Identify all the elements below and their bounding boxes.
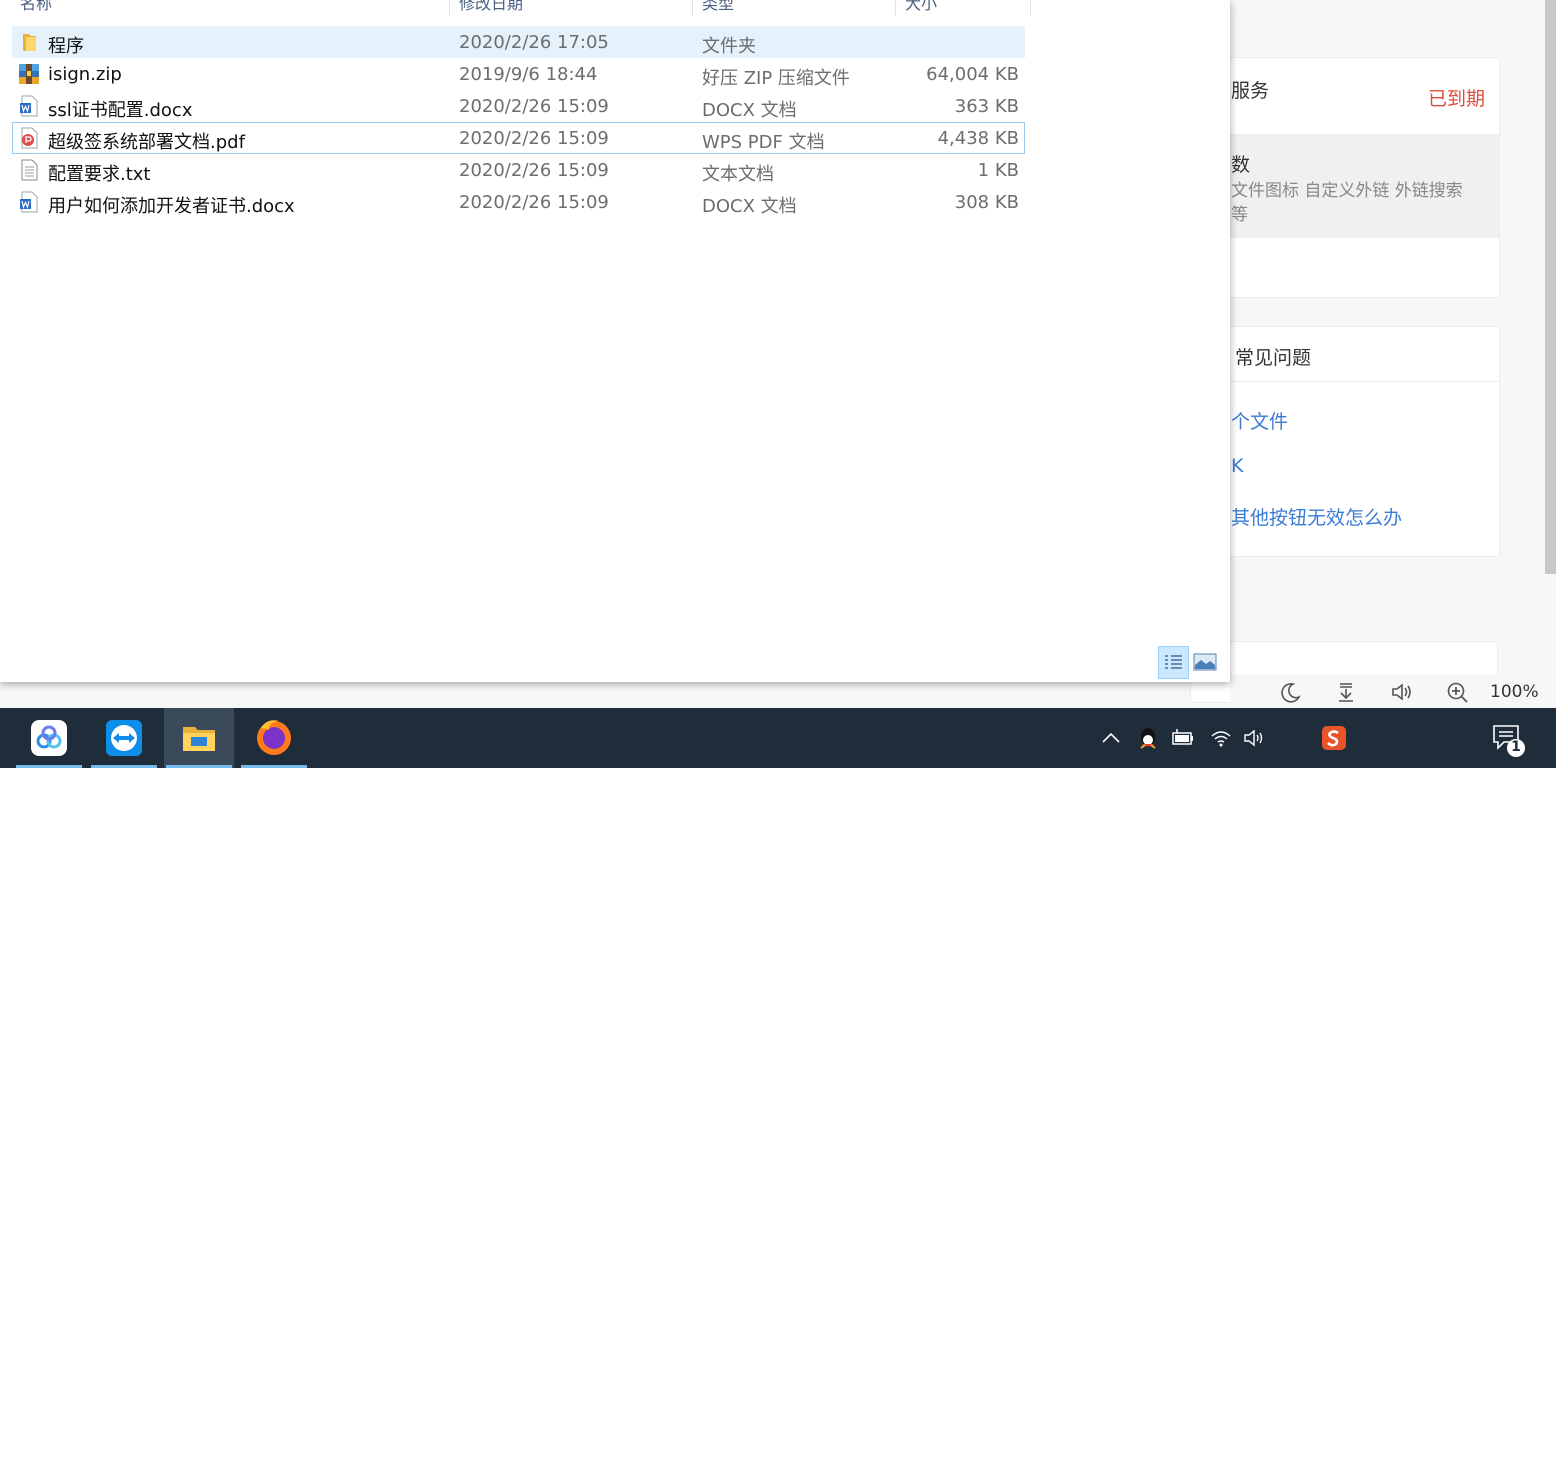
file-date: 2020/2/26 15:09 xyxy=(459,160,609,181)
details-view-button[interactable] xyxy=(1158,646,1189,679)
file-size: 1 KB xyxy=(977,160,1019,181)
qq-icon[interactable] xyxy=(1136,724,1160,752)
file-name: 用户如何添加开发者证书.docx xyxy=(48,196,295,217)
file-row[interactable]: 程序 2020/2/26 17:05 文件夹 xyxy=(12,26,1025,58)
feature-line-2: 文件图标 自定义外链 外链搜索 xyxy=(1231,181,1463,201)
service-title: 服务 xyxy=(1231,80,1270,102)
speaker-icon[interactable] xyxy=(1242,724,1268,752)
file-row[interactable]: 配置要求.txt 2020/2/26 15:09 文本文档 1 KB xyxy=(12,154,1025,186)
feature-line-1: 数 xyxy=(1231,154,1251,176)
file-row[interactable]: 超级签系统部署文档.pdf 2020/2/26 15:09 WPS PDF 文档… xyxy=(12,122,1025,154)
file-name: 配置要求.txt xyxy=(48,164,151,185)
text-document-icon xyxy=(21,159,38,181)
taskbar-firefox[interactable] xyxy=(239,708,309,768)
column-header-name[interactable]: 名称 xyxy=(20,0,52,16)
file-size: 4,438 KB xyxy=(937,128,1019,149)
taskbar-teamviewer[interactable] xyxy=(89,708,159,768)
file-date: 2020/2/26 15:09 xyxy=(459,96,609,117)
taskbar: 中 17:06 2020/2/26 1 xyxy=(0,708,1556,1469)
feature-block[interactable]: 数 文件图标 自定义外链 外链搜索 等 xyxy=(1191,134,1499,238)
column-separator[interactable] xyxy=(692,0,693,16)
file-type: WPS PDF 文档 xyxy=(702,132,825,153)
zoom-in-icon[interactable] xyxy=(1446,681,1470,703)
show-hidden-icons-chevron-icon[interactable] xyxy=(1100,724,1122,752)
word-document-icon xyxy=(20,95,38,117)
file-type: DOCX 文档 xyxy=(702,100,797,121)
file-type: 文件夹 xyxy=(702,36,756,57)
file-date: 2020/2/26 17:05 xyxy=(459,32,609,53)
column-header-size[interactable]: 大小 xyxy=(905,0,937,16)
large-icons-view-icon[interactable] xyxy=(1192,650,1218,674)
file-size: 363 KB xyxy=(954,96,1019,117)
column-separator[interactable] xyxy=(449,0,450,16)
word-document-icon xyxy=(20,191,38,213)
column-separator[interactable] xyxy=(895,0,896,16)
input-method-indicator[interactable]: 中 xyxy=(1280,1432,1302,1464)
file-explorer-window: 名称 修改日期 类型 大小 程序 2020/2/26 17:05 文件夹 isi… xyxy=(0,0,1230,682)
teamviewer-icon xyxy=(106,720,142,756)
faq-card: 常见问题 个文件 K 其他按钮无效怎么办 xyxy=(1190,326,1500,557)
faq-header: 常见问题 xyxy=(1191,327,1499,382)
wifi-icon[interactable] xyxy=(1208,724,1234,752)
taskbar-baidu-netdisk[interactable] xyxy=(14,708,84,768)
notification-count: 1 xyxy=(1511,739,1521,755)
pdf-document-icon xyxy=(21,127,38,149)
page-scrollbar[interactable] xyxy=(1545,0,1556,574)
baidu-netdisk-icon xyxy=(31,720,67,756)
file-name: ssl证书配置.docx xyxy=(48,100,193,121)
file-name: 超级签系统部署文档.pdf xyxy=(48,132,245,153)
zip-archive-icon xyxy=(19,64,39,84)
file-row[interactable]: 用户如何添加开发者证书.docx 2020/2/26 15:09 DOCX 文档… xyxy=(12,186,1025,218)
download-icon[interactable] xyxy=(1334,681,1358,703)
battery-icon[interactable] xyxy=(1170,724,1196,752)
file-explorer-icon xyxy=(183,727,215,751)
firefox-icon xyxy=(257,720,291,755)
clock-date: 2020/2/26 xyxy=(1373,1448,1467,1469)
faq-title: 常见问题 xyxy=(1235,347,1312,369)
taskbar-file-explorer[interactable] xyxy=(164,708,234,768)
file-name: isign.zip xyxy=(48,64,122,85)
file-type: DOCX 文档 xyxy=(702,196,797,217)
file-date: 2020/2/26 15:09 xyxy=(459,128,609,149)
file-row[interactable]: ssl证书配置.docx 2020/2/26 15:09 DOCX 文档 363… xyxy=(12,90,1025,122)
file-name: 程序 xyxy=(48,36,84,57)
file-row[interactable]: isign.zip 2019/9/6 18:44 好压 ZIP 压缩文件 64,… xyxy=(12,58,1025,90)
action-center-button[interactable]: 1 xyxy=(1490,722,1530,758)
service-card: 服务 已到期 数 文件图标 自定义外链 外链搜索 等 xyxy=(1190,57,1500,298)
file-size: 308 KB xyxy=(954,192,1019,213)
zoom-level[interactable]: 100% xyxy=(1490,682,1539,702)
faq-link[interactable]: K xyxy=(1231,455,1243,477)
column-header-date[interactable]: 修改日期 xyxy=(459,0,523,16)
file-size: 64,004 KB xyxy=(926,64,1019,85)
faq-link[interactable]: 个文件 xyxy=(1231,407,1288,434)
file-type: 好压 ZIP 压缩文件 xyxy=(702,68,850,89)
clock-time: 17:06 xyxy=(1394,1421,1446,1442)
feature-line-3: 等 xyxy=(1231,205,1248,225)
volume-icon[interactable] xyxy=(1390,681,1414,703)
file-date: 2020/2/26 15:09 xyxy=(459,192,609,213)
column-separator[interactable] xyxy=(1030,0,1031,16)
folder-icon xyxy=(23,34,36,51)
file-type: 文本文档 xyxy=(702,164,774,185)
file-date: 2019/9/6 18:44 xyxy=(459,64,598,85)
night-mode-icon[interactable] xyxy=(1278,681,1302,703)
details-view-icon xyxy=(1165,655,1182,669)
service-status-expired: 已到期 xyxy=(1427,88,1485,110)
column-header-type[interactable]: 类型 xyxy=(702,0,734,16)
faq-link[interactable]: 其他按钮无效怎么办 xyxy=(1231,503,1402,530)
sogou-input-icon[interactable] xyxy=(1320,724,1348,752)
